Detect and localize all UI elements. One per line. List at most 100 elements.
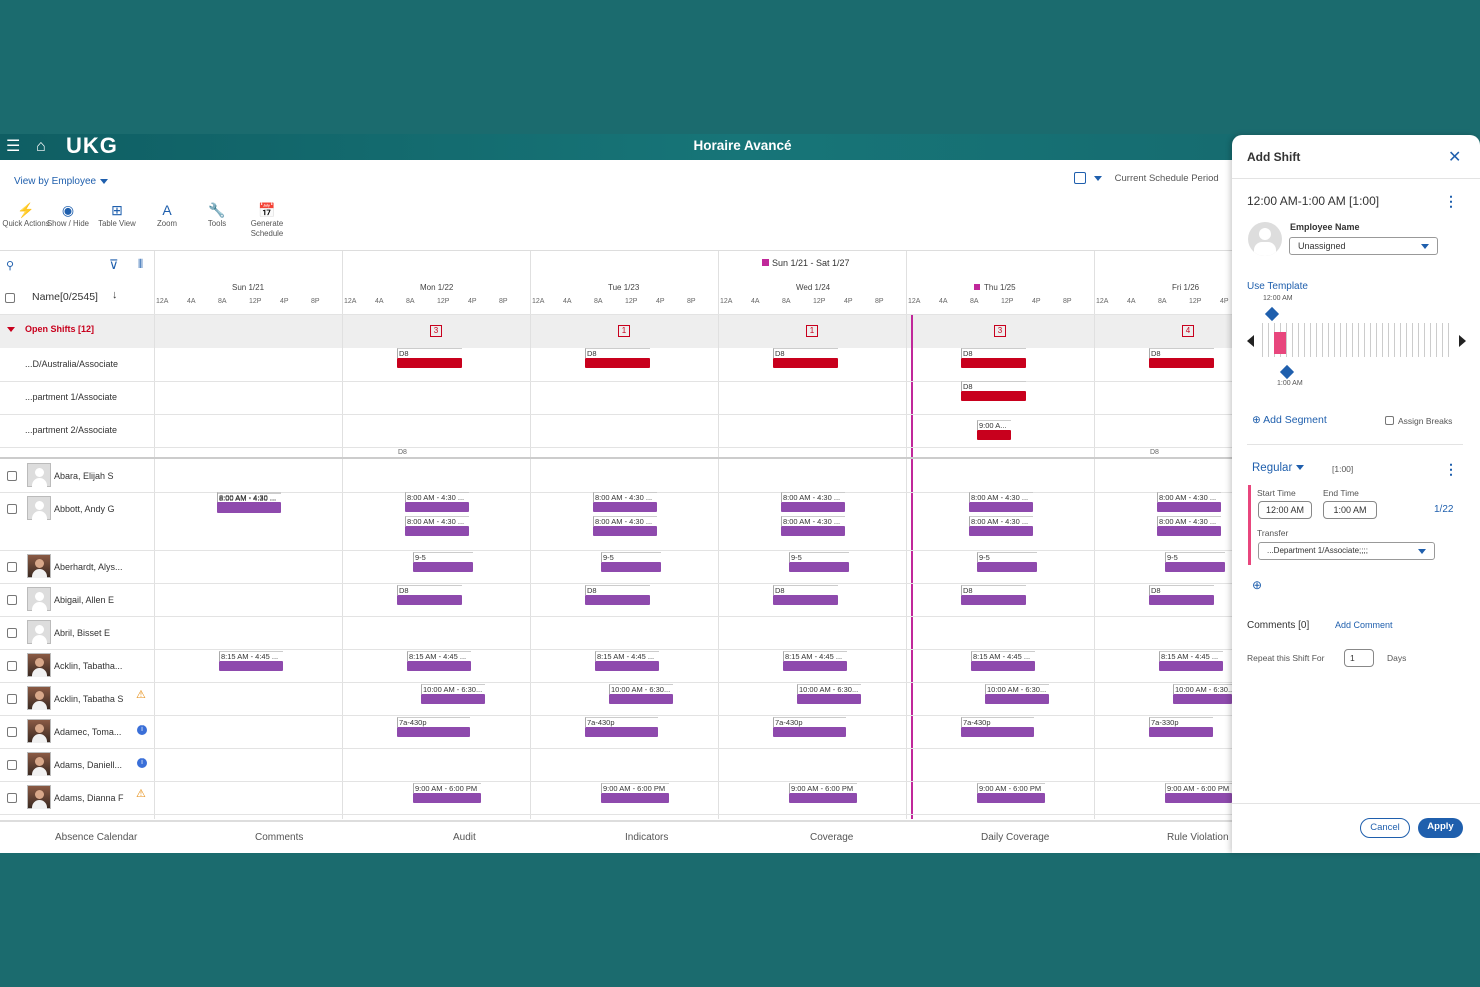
repeat-days-input[interactable]: 1 [1344,649,1374,667]
cancel-button[interactable]: Cancel [1360,818,1410,838]
shift-bar[interactable] [219,661,283,671]
search-icon[interactable]: ⚲ [6,259,14,272]
slider-right-arrow-icon[interactable] [1459,335,1466,347]
add-segment-button[interactable]: ⊕ Add Segment [1252,414,1327,426]
shift-bar[interactable] [601,562,661,572]
employee-name[interactable]: Adams, Dianna F [54,793,124,803]
chevron-down-icon[interactable] [1094,175,1102,181]
table-view-button[interactable]: ⊞ Table View [92,202,142,229]
open-shift-bar[interactable] [397,358,462,368]
slider-end-handle[interactable] [1279,364,1295,380]
open-shift-count-badge[interactable]: 1 [806,325,818,337]
add-comment-link[interactable]: Add Comment [1335,620,1393,630]
employee-name[interactable]: Acklin, Tabatha... [54,661,122,671]
more-options-icon[interactable]: ⋮ [1444,193,1458,210]
employee-checkbox[interactable] [7,562,17,572]
shift-bar[interactable] [1159,661,1223,671]
shift-bar[interactable] [961,595,1026,605]
tab-daily-coverage[interactable]: Daily Coverage [981,832,1049,843]
employee-checkbox[interactable] [7,793,17,803]
shift-bar[interactable] [789,793,857,803]
tab-audit[interactable]: Audit [453,832,476,843]
shift-bar[interactable] [773,727,846,737]
close-icon[interactable]: ✕ [1448,147,1461,167]
shift-bar[interactable] [1165,562,1225,572]
view-by-dropdown[interactable]: View by Employee [14,176,109,187]
employee-name[interactable]: Abara, Elijah S [54,471,114,481]
shift-bar[interactable] [413,793,481,803]
shift-bar[interactable] [977,793,1045,803]
employee-checkbox[interactable] [7,504,17,514]
name-column-header[interactable]: Name[0/2545] [32,291,98,303]
warning-icon[interactable]: ⚠ [136,787,146,800]
employee-checkbox[interactable] [7,661,17,671]
open-shift-bar[interactable] [977,430,1011,440]
shift-bar[interactable] [783,661,847,671]
open-shift-count-badge[interactable]: 1 [618,325,630,337]
open-shift-bar[interactable] [773,358,838,368]
select-all-checkbox[interactable] [5,293,15,303]
shift-bar[interactable] [789,562,849,572]
shift-bar[interactable] [585,727,658,737]
employee-name[interactable]: Adams, Daniell... [54,760,122,770]
shift-bar[interactable] [405,502,469,512]
open-shifts-label[interactable]: Open Shifts [12] [25,324,94,334]
shift-bar[interactable] [1149,727,1213,737]
tab-indicators[interactable]: Indicators [625,832,668,843]
shift-bar[interactable] [1165,793,1232,803]
open-shift-bar[interactable] [1149,358,1214,368]
slider-left-arrow-icon[interactable] [1247,335,1254,347]
shift-bar[interactable] [397,595,462,605]
shift-bar[interactable] [773,595,838,605]
open-shift-bar[interactable] [961,358,1026,368]
show-hide-button[interactable]: ◉ Show / Hide [43,202,93,229]
collapse-icon[interactable] [7,327,15,332]
open-shift-bar[interactable] [961,391,1026,401]
shift-bar[interactable] [585,595,650,605]
sort-arrow-icon[interactable]: ↓ [112,289,118,301]
shift-bar[interactable] [1157,502,1221,512]
zoom-button[interactable]: A Zoom [142,202,192,229]
shift-bar[interactable] [971,661,1035,671]
shift-bar[interactable] [421,694,485,704]
shift-date-link[interactable]: 1/22 [1434,504,1453,515]
shift-bar[interactable] [781,526,845,536]
calendar-icon[interactable] [1074,172,1086,184]
employee-checkbox[interactable] [7,727,17,737]
shift-bar[interactable] [969,502,1033,512]
generate-schedule-button[interactable]: 📅 Generate Schedule [242,202,292,239]
shift-bar[interactable] [593,526,657,536]
shift-bar[interactable] [969,526,1033,536]
shift-bar[interactable] [217,502,281,512]
employee-checkbox[interactable] [7,471,17,481]
shift-bar[interactable] [397,727,470,737]
tab-coverage[interactable]: Coverage [810,832,853,843]
employee-name[interactable]: Acklin, Tabatha S [54,694,123,704]
employee-checkbox[interactable] [7,760,17,770]
shift-bar[interactable] [977,562,1037,572]
employee-name[interactable]: Adamec, Toma... [54,727,121,737]
filter-icon[interactable]: ⊽ [109,257,119,273]
shift-bar[interactable] [1157,526,1221,536]
shift-bar[interactable] [961,727,1034,737]
transfer-select[interactable]: ...Department 1/Associate;;;; [1258,542,1435,560]
start-time-input[interactable]: 12:00 AM [1258,501,1312,519]
shift-bar[interactable] [595,661,659,671]
employee-select[interactable]: Unassigned [1289,237,1438,255]
tab-absence-calendar[interactable]: Absence Calendar [55,832,137,843]
open-shift-count-badge[interactable]: 3 [994,325,1006,337]
segment-options-icon[interactable]: ⋮ [1444,461,1458,478]
schedule-period-selector[interactable]: Current Schedule Period [1074,172,1219,184]
info-icon[interactable]: i [137,758,147,768]
add-transfer-icon[interactable]: ⊕ [1252,578,1262,592]
employee-name[interactable]: Abril, Bisset E [54,628,110,638]
segment-type-dropdown[interactable]: Regular [1252,462,1305,474]
shift-bar[interactable] [1173,694,1232,704]
end-time-input[interactable]: 1:00 AM [1323,501,1377,519]
shift-bar[interactable] [405,526,469,536]
open-shift-count-badge[interactable]: 4 [1182,325,1194,337]
assign-breaks-checkbox[interactable] [1385,416,1394,425]
time-slider[interactable] [1262,323,1452,357]
shift-bar[interactable] [797,694,861,704]
warning-icon[interactable]: ⚠ [136,688,146,701]
